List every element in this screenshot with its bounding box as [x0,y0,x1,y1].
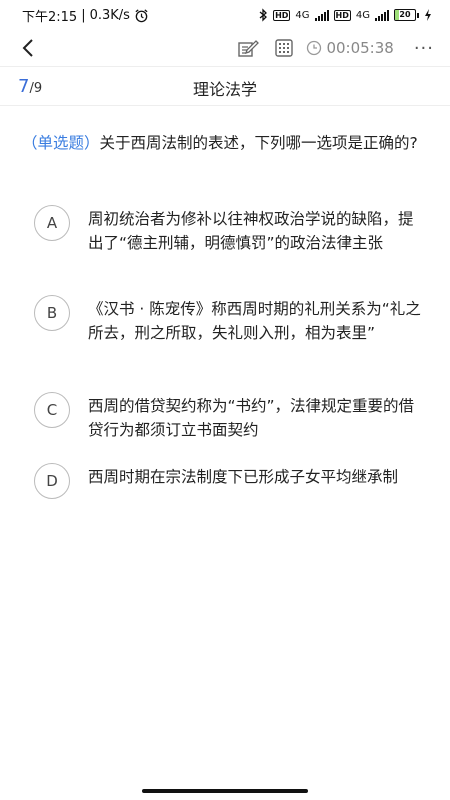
subheader: 7/9 理论法学 [0,66,450,106]
battery-level: 20 [399,10,411,19]
network-type-2: 4G [355,9,370,21]
hd-badge-icon: HD [273,9,291,21]
status-time: 下午2:15 [22,9,78,25]
option-c[interactable]: C 西周的借贷契约称为“书约”，法律规定重要的借贷行为都须订立书面契约 [34,392,424,442]
alarm-icon [135,8,148,22]
subject-title: 理论法学 [192,80,257,99]
option-letter-circle[interactable]: D [34,463,70,499]
signal-icon-1 [314,9,329,21]
bluetooth-icon [259,8,268,22]
back-icon[interactable] [16,36,40,60]
option-letter-circle[interactable]: A [34,205,70,241]
option-a[interactable]: A 周初统治者为修补以往神权政治学说的缺陷，提出了“德主刑辅，明德慎罚”的政治法… [34,205,424,255]
status-divider: | [81,7,86,23]
edit-note-icon[interactable] [236,36,260,60]
charging-icon [425,9,431,21]
status-speed: 0.3K/s [89,7,130,23]
home-indicator[interactable] [142,789,308,793]
option-text[interactable]: 周初统治者为修补以往神权政治学说的缺陷，提出了“德主刑辅，明德慎罚”的政治法律主… [88,207,424,255]
timer[interactable]: 00:05:38 [306,39,394,57]
battery-icon: 20 [394,9,419,21]
option-letter-circle[interactable]: B [34,295,70,331]
clock-icon [307,40,322,56]
question-text: 关于西周法制的表述，下列哪一选项是正确的? [99,134,418,152]
option-d[interactable]: D 西周时期在宗法制度下已形成子女平均继承制 [34,463,424,499]
toolbar: 00:05:38 ··· [0,30,450,66]
hd-badge-icon-2: HD [333,9,351,21]
option-text[interactable]: 《汉书 · 陈宠传》称西周时期的礼刑关系为“礼之所去，刑之所取，失礼则入刑，相为… [88,297,424,345]
option-letter-circle[interactable]: C [34,392,70,428]
option-b[interactable]: B 《汉书 · 陈宠传》称西周时期的礼刑关系为“礼之所去，刑之所取，失礼则入刑，… [34,295,424,345]
question-stem: （单选题）关于西周法制的表述，下列哪一选项是正确的? [22,130,432,157]
status-right: HD 4G HD 4G 20 [258,8,432,22]
option-text[interactable]: 西周的借贷契约称为“书约”，法律规定重要的借贷行为都须订立书面契约 [88,394,424,442]
more-options-icon[interactable]: ··· [414,38,434,59]
status-bar: 下午2:15 | 0.3K/s HD 4G HD 4G 20 [0,0,450,30]
option-text[interactable]: 西周时期在宗法制度下已形成子女平均继承制 [88,465,424,499]
answer-sheet-grid-icon[interactable] [272,36,296,60]
status-left: 下午2:15 | 0.3K/s [22,6,149,25]
question-type: （单选题） [22,134,100,152]
signal-icon-2 [375,9,389,21]
timer-value: 00:05:38 [326,39,394,57]
network-type-1: 4G [295,9,310,21]
